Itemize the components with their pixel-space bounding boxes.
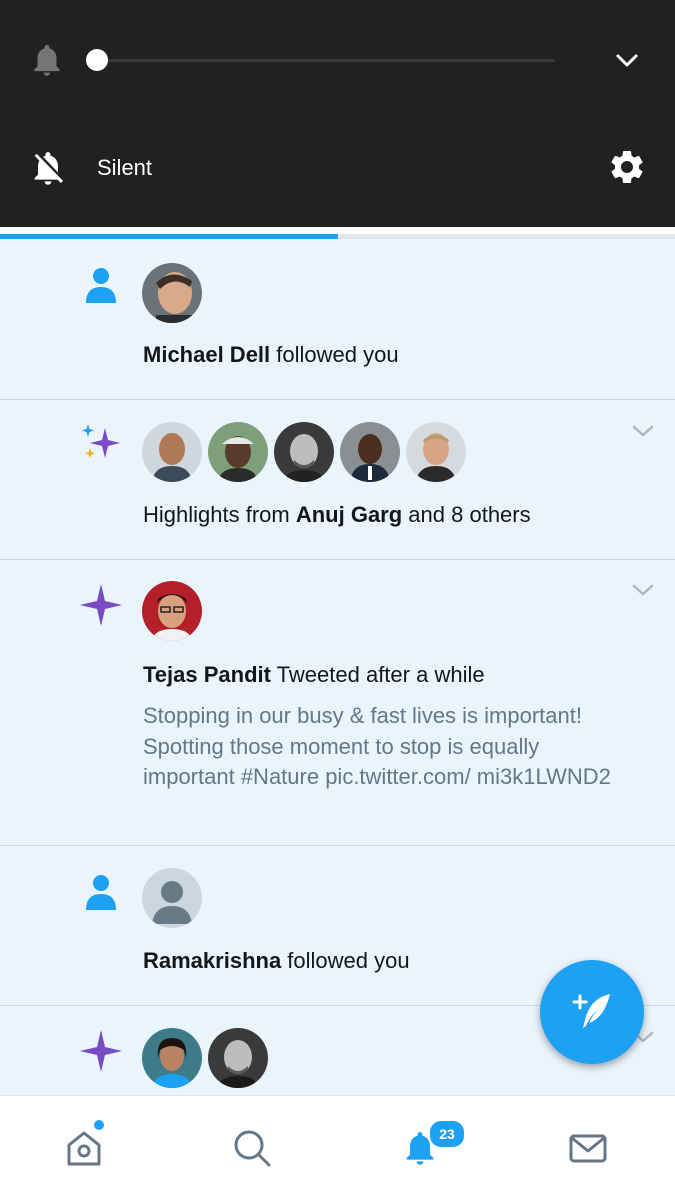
default-avatar[interactable] [142, 868, 202, 928]
action-text: followed you [281, 948, 410, 973]
avatar[interactable] [406, 422, 466, 482]
notification-item[interactable]: Highlights from Anuj Garg and 8 others [0, 400, 675, 560]
search-icon [234, 1130, 271, 1167]
avatar-group [142, 422, 472, 482]
volume-panel: Silent [0, 0, 675, 227]
tab-messages[interactable] [504, 1096, 672, 1201]
avatar[interactable] [142, 1028, 202, 1088]
home-icon [67, 1131, 101, 1166]
compose-tweet-button[interactable] [540, 960, 644, 1064]
compose-feather-icon [572, 994, 610, 1028]
avatar[interactable] [142, 263, 202, 323]
panel-divider [0, 227, 675, 234]
gear-icon[interactable] [607, 147, 647, 187]
avatar[interactable] [274, 422, 334, 482]
tab-home[interactable] [0, 1096, 168, 1201]
suffix-text: and 8 others [402, 502, 531, 527]
volume-slider-thumb[interactable] [86, 49, 108, 71]
avatar-group [142, 263, 208, 323]
sparkle-icon [82, 424, 120, 458]
avatar[interactable] [208, 422, 268, 482]
ringer-mode-label[interactable]: Silent [97, 155, 152, 181]
bottom-navigation: 23 [0, 1095, 675, 1201]
user-name[interactable]: Tejas Pandit [143, 662, 271, 687]
person-icon [86, 875, 116, 910]
avatar[interactable] [340, 422, 400, 482]
chevron-down-icon[interactable] [630, 581, 656, 599]
action-text: Tweeted after a while [270, 662, 485, 687]
sparkle-icon [80, 584, 122, 626]
notification-text[interactable]: Highlights from Anuj Garg and 8 others [143, 502, 531, 528]
bell-icon[interactable] [28, 40, 66, 80]
avatar-group [142, 868, 208, 928]
prefix-text: Highlights from [143, 502, 296, 527]
avatar[interactable] [208, 1028, 268, 1088]
tweet-text[interactable]: Stopping in our busy & fast lives is imp… [143, 701, 633, 793]
tab-search[interactable] [168, 1096, 336, 1201]
avatar-group [142, 581, 208, 641]
notification-count-badge: 23 [428, 1119, 466, 1149]
chevron-down-icon[interactable] [612, 48, 642, 74]
notification-text[interactable]: Michael Dell followed you [143, 342, 399, 368]
notification-item[interactable]: Tejas Pandit Tweeted after a while Stopp… [0, 560, 675, 846]
action-text: followed you [270, 342, 399, 367]
avatar[interactable] [142, 581, 202, 641]
tab-notifications[interactable]: 23 [336, 1096, 504, 1201]
chevron-down-icon[interactable] [630, 422, 656, 440]
notification-text[interactable]: Ramakrishna followed you [143, 948, 410, 974]
user-name[interactable]: Michael Dell [143, 342, 270, 367]
sparkle-icon [80, 1030, 122, 1072]
user-name[interactable]: Anuj Garg [296, 502, 402, 527]
new-content-dot [94, 1120, 104, 1130]
volume-slider-track[interactable] [97, 59, 555, 62]
notification-text[interactable]: Tejas Pandit Tweeted after a while [143, 662, 485, 688]
bell-off-icon[interactable] [28, 148, 68, 188]
notification-item[interactable]: Michael Dell followed you [0, 239, 675, 400]
mail-icon [569, 1134, 607, 1163]
user-name[interactable]: Ramakrishna [143, 948, 281, 973]
avatar-group [142, 1028, 274, 1088]
person-icon [86, 268, 116, 303]
avatar[interactable] [142, 422, 202, 482]
